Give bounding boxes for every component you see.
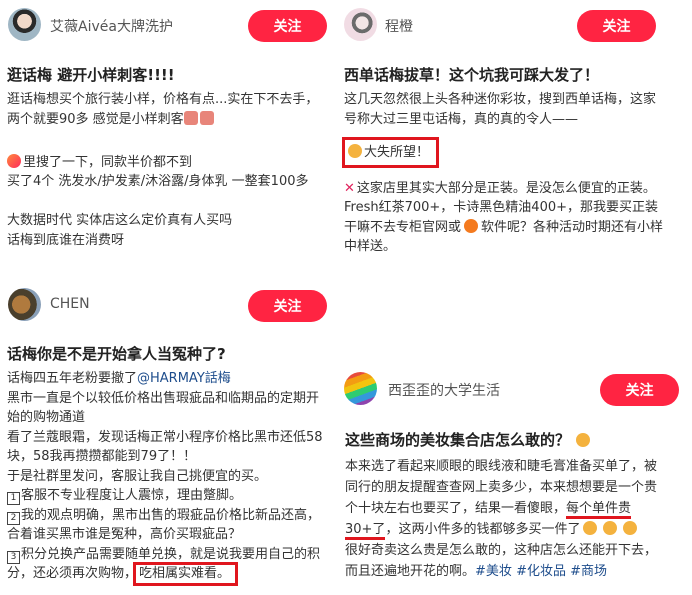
pig-face-icon <box>199 110 214 125</box>
avatar[interactable] <box>344 8 377 41</box>
app-logo-icon <box>7 153 21 168</box>
body-text: 分，还必须再次购物， <box>7 566 138 581</box>
body-line: 看了兰蔻眼霜，发现话梅正常小程序价格比黑市还低58 <box>7 429 323 445</box>
body-line: 块，58我再攒攒都能到79了！！ <box>7 449 197 464</box>
avatar[interactable] <box>8 288 41 321</box>
keycap-2-icon: 2 <box>7 511 20 525</box>
post-card[interactable]: 程橙 关注 西单话梅拔草！这个坑我可踩大发了！ 这几天忽然很上头各种迷你彩妆，搜… <box>340 0 692 270</box>
hashtag-link[interactable]: #化妆品 <box>516 564 566 579</box>
sweat-smile-icon <box>576 433 591 447</box>
body-text: 干嘛不去专柜官网或 <box>344 219 462 235</box>
post-header: CHEN 关注 <box>0 282 340 326</box>
body-text: 两个就要90多 感觉是小样刺客 <box>7 111 184 127</box>
body-line: 于是社群里发问，客服让我自己挑便宜的买。 <box>7 468 268 484</box>
body-text: 我的观点明确，黑市出售的瑕疵品价格比新品还高， <box>21 507 321 523</box>
body-text: 大失所望！ <box>364 145 430 160</box>
post-title: 这些商场的美妆集合店怎么敢的？ <box>345 429 592 450</box>
hashtag-link[interactable]: #商场 <box>570 564 607 579</box>
title-text: 这些商场的美妆集合店怎么敢的？ <box>345 431 571 449</box>
body-line: 本来选了看起来顺眼的眼线液和睫毛膏准备买单了，被 <box>345 459 658 474</box>
follow-button[interactable]: 关注 <box>577 10 656 42</box>
body-line: 而且还遍地开花的啊。#美妆 #化妆品 #商场 <box>345 561 657 582</box>
sweat-smile-icon <box>583 521 598 535</box>
follow-button[interactable]: 关注 <box>248 290 327 322</box>
body-line: 始的购物通道 <box>7 410 86 425</box>
post-card[interactable]: 艾薇Aivéa大牌洗护 关注 逛话梅 避开小样刺客!!!! 逛话梅想买个旅行装小… <box>0 0 340 260</box>
post-body: 这几天忽然很上头各种迷你彩妆，搜到西单话梅，这家 号称大过三里屯话梅，真的真的令… <box>341 90 663 257</box>
body-line: ✕ 这家店里其实大部分是正装。是没怎么便宜的正装。 <box>344 179 663 199</box>
body-line: 1 客服不专业程度让人震惊，理由蹩脚。 <box>7 486 323 506</box>
body-text: 这家店里其实大部分是正装。是没怎么便宜的正装。 <box>356 180 656 196</box>
post-title: 逛话梅 避开小样刺客!!!! <box>7 66 175 84</box>
sweat-smile-icon <box>623 521 638 535</box>
body-line: 2 我的观点明确，黑市出售的瑕疵品价格比新品还高， <box>7 506 323 526</box>
disappointed-face-icon <box>348 144 362 158</box>
body-line: 里搜了一下，同款半价都不到 <box>7 153 318 173</box>
post-header: 程橙 关注 <box>340 0 692 44</box>
body-line: 30+了，这两小件多的钱都够多买一件了 <box>345 519 657 540</box>
underlined-text: 30+了 <box>345 522 386 540</box>
hashtag-link[interactable]: #美妆 <box>475 564 512 579</box>
body-text: 软件呢？各种活动时期还有小样 <box>481 219 664 235</box>
body-line: 话梅到底谁在消费呀 <box>7 232 125 248</box>
avatar[interactable] <box>344 372 377 405</box>
keycap-3-icon: 3 <box>7 550 20 564</box>
body-text: 里搜了一下，同款半价都不到 <box>23 154 193 170</box>
body-line: 很好奇卖这么贵是怎么敢的，这种店怎么还能开下去， <box>345 543 658 558</box>
body-line: 分，还必须再次购物， 吃相属实难看。 <box>7 562 323 586</box>
post-header: 艾薇Aivéa大牌洗护 关注 <box>0 0 340 44</box>
post-header: 西歪歪的大学生活 关注 <box>340 366 692 410</box>
body-text: 客服不专业程度让人震惊，理由蹩脚。 <box>21 488 243 503</box>
pig-face-icon <box>183 110 198 125</box>
body-line: 买了4个 洗发水/护发素/沐浴露/身体乳 一整套100多 <box>7 174 309 189</box>
body-line: Fresh红茶700+，卡诗黑色精油400+，那我要买正装 <box>344 200 659 215</box>
body-line: 个十块左右也要买了，结果一看傻眼，每个单件贵 <box>345 498 657 519</box>
sweat-smile-icon <box>603 521 618 535</box>
highlight-box: 吃相属实难看。 <box>133 562 239 586</box>
post-title: 西单话梅拔草！这个坑我可踩大发了！ <box>344 66 600 84</box>
body-line: 话梅四五年老粉要撤了@HARMAY話梅 <box>7 369 323 389</box>
body-line: 号称大过三里屯话梅，真的真的令人—— <box>344 111 579 127</box>
username[interactable]: 程橙 <box>385 16 413 36</box>
tangerine-icon <box>464 218 479 233</box>
body-line: 逛话梅想买个旅行装小样，价格有点...实在下不去手， <box>7 92 319 107</box>
underlined-text: 每个单件贵 <box>566 501 632 519</box>
body-text: 个十块左右也要买了，结果一看傻眼， <box>345 501 567 516</box>
post-card[interactable]: CHEN 关注 话梅你是不是开始拿人当冤种了? 话梅四五年老粉要撤了@HARMA… <box>0 282 340 595</box>
post-title: 话梅你是不是开始拿人当冤种了? <box>7 345 226 363</box>
highlight-box: 大失所望！ <box>341 137 440 168</box>
body-line: 两个就要90多 感觉是小样刺客 <box>7 110 318 130</box>
post-body: 话梅四五年老粉要撤了@HARMAY話梅 黑市一直是个以较低价格出售瑕疵品和临期品… <box>7 369 323 586</box>
username[interactable]: 艾薇Aivéa大牌洗护 <box>50 16 173 36</box>
body-line: 3 积分兑换产品需要随单兑换，就是说我要用自己的积 <box>7 545 323 565</box>
avatar[interactable] <box>8 8 41 41</box>
body-line: 这几天忽然很上头各种迷你彩妆，搜到西单话梅，这家 <box>344 92 657 107</box>
mention-link[interactable]: @HARMAY話梅 <box>137 371 231 386</box>
body-text: ，这两小件多的钱都够多买一件了 <box>385 522 581 537</box>
body-line: 合着谁买黑市谁是冤种，高价买瑕疵品？ <box>7 527 242 542</box>
body-line: 同行的朋友提醒查查网上卖多少，本来想想要是一个贵 <box>345 480 658 495</box>
cross-mark-icon: ✕ <box>344 180 355 196</box>
post-body: 本来选了看起来顺眼的眼线液和睫毛膏准备买单了，被 同行的朋友提醒查查网上卖多少，… <box>345 456 657 582</box>
body-line: 中样送。 <box>344 239 397 254</box>
username[interactable]: 西歪歪的大学生活 <box>388 380 500 400</box>
body-line: 大数据时代 实体店这么定价真有人买吗 <box>7 213 233 228</box>
body-text: 话梅四五年老粉要撤了 <box>7 371 138 386</box>
body-text: 而且还遍地开花的啊。 <box>345 564 476 579</box>
username[interactable]: CHEN <box>50 296 90 312</box>
post-card[interactable]: 西歪歪的大学生活 关注 这些商场的美妆集合店怎么敢的？ 本来选了看起来顺眼的眼线… <box>340 366 692 595</box>
post-body: 逛话梅想买个旅行装小样，价格有点...实在下不去手， 两个就要90多 感觉是小样… <box>7 90 318 250</box>
follow-button[interactable]: 关注 <box>248 10 327 42</box>
body-line: 大失所望！ <box>341 137 663 168</box>
body-line: 黑市一直是个以较低价格出售瑕疵品和临期品的定期开 <box>7 390 320 406</box>
keycap-1-icon: 1 <box>7 492 20 505</box>
follow-button[interactable]: 关注 <box>600 374 679 406</box>
body-line: 干嘛不去专柜官网或 软件呢？各种活动时期还有小样 <box>344 218 663 238</box>
body-text: 积分兑换产品需要随单兑换，就是说我要用自己的积 <box>21 546 321 562</box>
